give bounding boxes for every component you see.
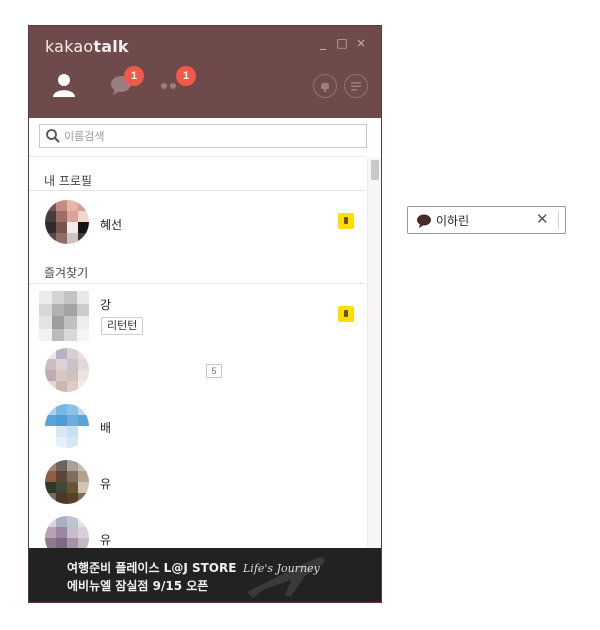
section-label-my-profile: 내 프로필	[44, 174, 92, 188]
tab-friends[interactable]	[49, 70, 79, 100]
avatar	[39, 291, 89, 341]
divider	[29, 283, 365, 284]
music-status-icon[interactable]	[338, 306, 354, 322]
maximize-button[interactable]: □	[335, 36, 349, 50]
menu-lines-icon	[351, 82, 361, 91]
bell-icon	[321, 82, 329, 92]
menu-button[interactable]	[344, 74, 368, 98]
friend-name: 혜선	[100, 218, 123, 232]
friend-name: 유	[100, 477, 112, 491]
ad-headline: 여행준비 플레이스 L@J STORE	[67, 561, 237, 575]
search-bar[interactable]	[39, 124, 367, 148]
chat-bubble-icon	[417, 214, 431, 228]
section-label-favorites: 즐겨찾기	[44, 266, 89, 280]
divider	[29, 156, 365, 157]
avatar	[45, 200, 89, 244]
scrollbar[interactable]	[367, 158, 381, 548]
friend-name: 배	[100, 421, 112, 435]
divider	[29, 190, 365, 191]
count-badge: 5	[206, 364, 222, 378]
app-title: kakaotalk	[45, 37, 129, 56]
music-status-icon[interactable]	[338, 213, 354, 229]
avatar	[45, 404, 89, 448]
ad-subline: 에비뉴엘 잠실점 9/15 오픈	[67, 579, 209, 593]
friend-name: 유	[100, 533, 112, 547]
notification-button[interactable]	[313, 74, 337, 98]
title-bar: kakaotalk _ □ × 1 1	[29, 26, 381, 118]
floating-chat-chip[interactable]: 이하린 ✕	[407, 206, 566, 234]
friend-name: 강	[100, 298, 112, 312]
minimize-button[interactable]: _	[316, 36, 330, 50]
close-button[interactable]: ×	[354, 36, 368, 50]
kakaotalk-window: kakaotalk _ □ × 1 1 이름검색 내 프로필 혜선 즐겨찾기 강…	[28, 25, 382, 603]
friend-list[interactable]: 내 프로필 혜선 즐겨찾기 강 리턴턴 5 배 유 유	[29, 158, 381, 560]
status-message: 리턴턴	[101, 317, 144, 335]
search-input[interactable]	[64, 125, 360, 147]
ad-logo: Life's Journey	[243, 562, 320, 575]
ad-banner[interactable]: 여행준비 플레이스 L@J STORE 에비뉴엘 잠실점 9/15 오픈 Lif…	[29, 548, 381, 602]
avatar	[45, 348, 89, 392]
avatar	[45, 460, 89, 504]
person-icon	[53, 74, 75, 97]
resize-handle[interactable]	[558, 211, 559, 229]
scroll-thumb[interactable]	[371, 160, 379, 180]
more-badge: 1	[176, 66, 196, 86]
airplane-icon	[247, 557, 325, 598]
chats-badge: 1	[124, 66, 144, 86]
chat-name: 이하린	[436, 214, 470, 228]
close-icon[interactable]: ✕	[536, 210, 549, 228]
search-icon	[46, 129, 60, 143]
